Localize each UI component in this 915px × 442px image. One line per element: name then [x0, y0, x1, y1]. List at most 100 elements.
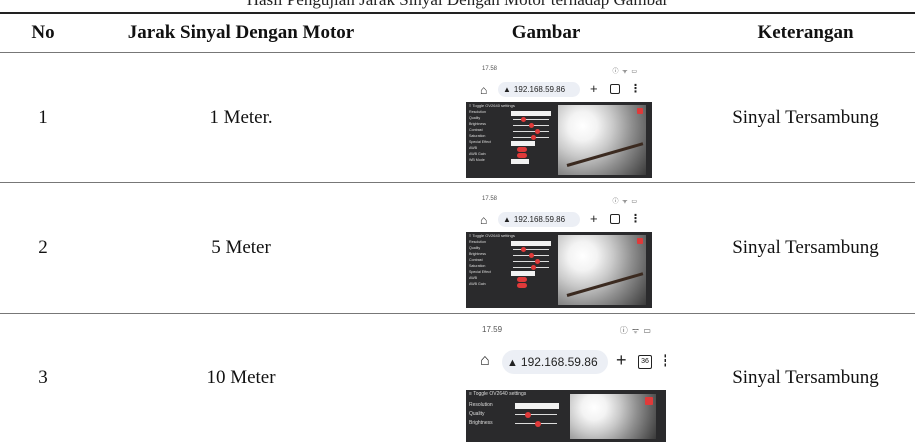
- status-bar: 17.58 ⓘ ᯤ ▭: [466, 192, 652, 208]
- toggle-switch: [517, 282, 527, 288]
- header-gambar: Gambar: [511, 21, 581, 43]
- setting-label: Quality: [469, 116, 481, 120]
- slider-knob: [535, 420, 541, 427]
- new-tab-icon: +: [590, 81, 598, 96]
- status-icons: ⓘ ᯤ ▭: [619, 326, 652, 335]
- slider-track: [515, 414, 557, 415]
- status-time: 17.58: [482, 196, 498, 202]
- row-no: 1: [38, 106, 48, 128]
- setting-label: Contrast: [469, 128, 483, 132]
- table-caption: Hasil Pengujian Jarak Sinyal Dengan Moto…: [0, 0, 915, 9]
- warning-icon: ▲: [507, 357, 518, 369]
- row-jarak: 5 Meter: [211, 237, 271, 258]
- setting-label: Resolution: [469, 402, 493, 408]
- phone-screenshot: 17.59 ⓘ ᯤ ▭ ⌂ ▲ 192.168.59.86 + 36 ⋮ ≡ To…: [466, 320, 666, 442]
- slider-knob: [531, 134, 536, 140]
- setting-select: [511, 240, 551, 246]
- slider-track: [513, 130, 549, 132]
- settings-list: Resolution Quality Brightness: [469, 402, 561, 429]
- more-menu-icon: ⋮: [630, 213, 641, 225]
- ceiling-beam: [566, 141, 644, 167]
- address-field: ▲ 192.168.59.86: [502, 350, 608, 374]
- setting-label: Brightness: [469, 420, 493, 426]
- header-jarak: Jarak Sinyal Dengan Motor: [127, 21, 355, 43]
- row-jarak: 1 Meter.: [209, 106, 273, 128]
- row-no: 2: [38, 237, 48, 258]
- slider-knob: [531, 264, 536, 270]
- camera-stream-image: [570, 394, 656, 439]
- row-keterangan: Sinyal Tersambung: [732, 237, 879, 258]
- address-url: 192.168.59.86: [513, 85, 566, 94]
- warning-icon: ▲: [503, 85, 511, 94]
- more-menu-icon: ⋮: [658, 353, 666, 370]
- setting-label: Special Effect: [469, 270, 491, 274]
- browser-url-bar: ⌂ ▲ 192.168.59.86 + 36 ⋮: [466, 348, 666, 378]
- slider-knob: [521, 246, 526, 252]
- toggle-switch: [517, 146, 527, 152]
- row-jarak: 10 Meter: [206, 367, 276, 388]
- new-tab-icon: +: [616, 350, 627, 370]
- settings-toggle-title: ≡ Toggle OV2640 settings: [469, 391, 527, 397]
- status-time: 17.58: [482, 66, 498, 72]
- slider-knob: [535, 128, 540, 134]
- tab-count-icon: [610, 214, 620, 224]
- phone-screenshot: 17.58 ⓘ ᯤ ▭ ⌂ ▲ 192.168.59.86 + ⋮ ≡ Toggl…: [466, 62, 652, 178]
- settings-list: Resolution Quality Brightness Contrast S…: [469, 110, 553, 164]
- setting-label: WB Mode: [469, 158, 485, 162]
- setting-label: Resolution: [469, 110, 486, 114]
- setting-select: [511, 158, 529, 164]
- more-menu-icon: ⋮: [630, 83, 641, 95]
- setting-label: Brightness: [469, 252, 486, 256]
- slider-track: [513, 248, 549, 250]
- close-icon: [637, 108, 643, 114]
- warning-icon: ▲: [503, 215, 511, 224]
- settings-list: Resolution Quality Brightness Contrast S…: [469, 240, 553, 288]
- header-no: No: [31, 21, 55, 43]
- status-bar: 17.58 ⓘ ᯤ ▭: [466, 62, 652, 78]
- status-icons: ⓘ ᯤ ▭: [612, 69, 638, 75]
- setting-select: [515, 402, 559, 409]
- slider-knob: [535, 258, 540, 264]
- setting-label: AWB Gain: [469, 152, 486, 156]
- status-bar: 17.59 ⓘ ᯤ ▭: [466, 320, 666, 340]
- home-icon: ⌂: [480, 83, 488, 97]
- slider-track: [513, 118, 549, 120]
- setting-label: Saturation: [469, 134, 486, 138]
- slider-knob: [525, 411, 531, 418]
- home-icon: ⌂: [480, 352, 490, 369]
- settings-toggle-title: ≡ Toggle OV2640 settings: [469, 233, 515, 238]
- close-icon: [645, 397, 653, 405]
- camera-web-panel: ≡ Toggle OV2640 settings Resolution Qual…: [466, 102, 652, 178]
- row-keterangan: Sinyal Tersambung: [732, 367, 879, 388]
- slider-knob: [529, 122, 534, 128]
- slider-knob: [529, 252, 534, 258]
- setting-label: Resolution: [469, 240, 486, 244]
- camera-stream-image: [558, 105, 646, 175]
- setting-select: [511, 270, 535, 276]
- setting-label: AWB: [469, 276, 478, 280]
- tab-count-icon: 36: [638, 355, 652, 369]
- phone-screenshot: 17.58 ⓘ ᯤ ▭ ⌂ ▲ 192.168.59.86 + ⋮ ≡ Toggl…: [466, 192, 652, 308]
- setting-label: Special Effect: [469, 140, 491, 144]
- browser-url-bar: ⌂ ▲ 192.168.59.86 + ⋮: [466, 79, 652, 101]
- setting-label: Quality: [469, 411, 485, 417]
- setting-label: Brightness: [469, 122, 486, 126]
- toggle-switch: [517, 152, 527, 158]
- row-no: 3: [38, 367, 48, 388]
- tab-count-icon: [610, 84, 620, 94]
- close-icon: [637, 238, 643, 244]
- new-tab-icon: +: [590, 211, 598, 226]
- setting-label: AWB: [469, 146, 478, 150]
- home-icon: ⌂: [480, 213, 488, 227]
- setting-select: [511, 140, 535, 146]
- ceiling-beam: [566, 271, 644, 297]
- row-keterangan: Sinyal Tersambung: [732, 106, 879, 128]
- setting-label: Saturation: [469, 264, 486, 268]
- setting-label: Quality: [469, 246, 481, 250]
- camera-web-panel: ≡ Toggle OV2640 settings Resolution Qual…: [466, 390, 666, 442]
- table-caption-clip: Hasil Pengujian Jarak Sinyal Dengan Moto…: [0, 0, 915, 10]
- camera-web-panel: ≡ Toggle OV2640 settings Resolution Qual…: [466, 232, 652, 308]
- settings-toggle-title: ≡ Toggle OV2640 settings: [469, 103, 515, 108]
- address-field: ▲ 192.168.59.86: [498, 82, 580, 97]
- browser-url-bar: ⌂ ▲ 192.168.59.86 + ⋮: [466, 209, 652, 231]
